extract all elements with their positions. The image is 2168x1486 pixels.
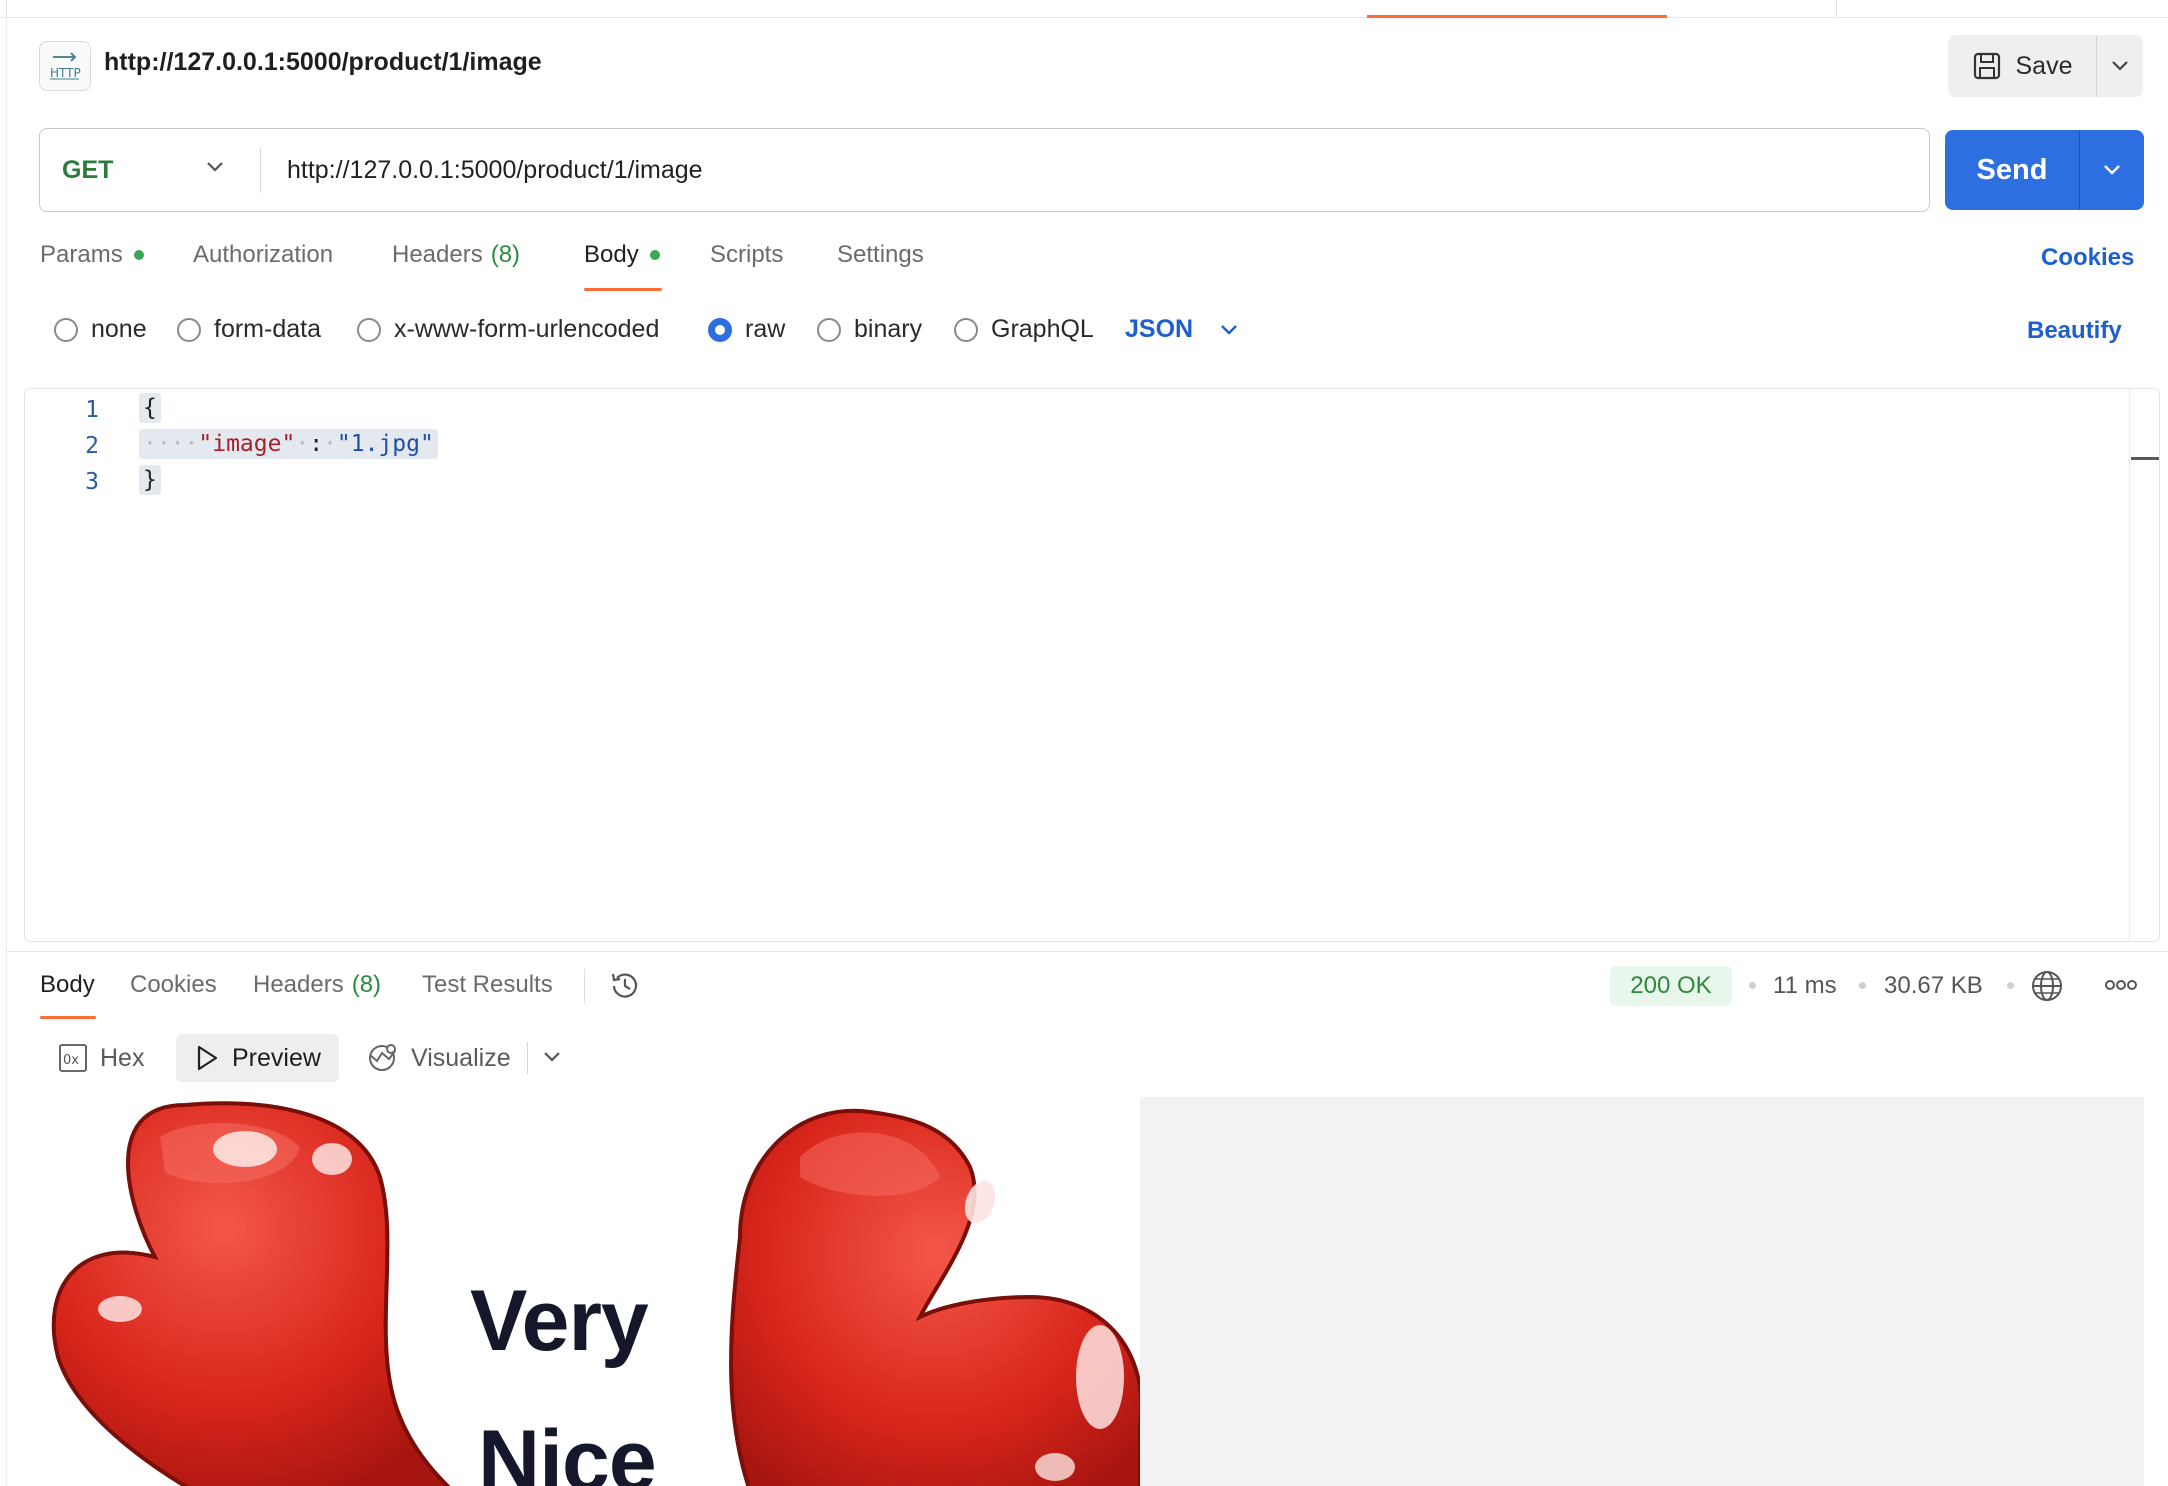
line-number: 2 bbox=[85, 433, 99, 459]
chevron-down-icon bbox=[2112, 61, 2128, 71]
body-type-raw[interactable]: raw bbox=[708, 315, 785, 344]
tab-authorization[interactable]: Authorization bbox=[193, 241, 333, 269]
radio-icon bbox=[817, 317, 841, 342]
status-badge[interactable]: 200 OK bbox=[1610, 966, 1732, 1006]
tab-divider bbox=[6, 0, 7, 18]
history-icon[interactable] bbox=[607, 968, 643, 1009]
save-button[interactable]: Save bbox=[1948, 35, 2096, 97]
chevron-down-icon bbox=[207, 162, 223, 172]
close-brace: } bbox=[139, 465, 161, 495]
save-label: Save bbox=[2015, 51, 2073, 80]
radio-icon bbox=[54, 317, 78, 342]
line-number: 3 bbox=[85, 469, 99, 495]
code-editor[interactable]: 1 { 2 ····"image"·:·"1.jpg" 3 } bbox=[24, 388, 2160, 942]
body-type-urlencoded[interactable]: x-www-form-urlencoded bbox=[357, 315, 659, 344]
hex-icon: 0x bbox=[59, 1044, 87, 1072]
chevron-down-icon bbox=[1221, 324, 1237, 335]
active-tab-underline bbox=[584, 288, 662, 291]
chevron-down-icon bbox=[2104, 165, 2120, 175]
tab-params[interactable]: Params bbox=[40, 241, 144, 269]
globe-icon[interactable] bbox=[2030, 969, 2064, 1008]
json-key: "image" bbox=[198, 431, 296, 457]
body-type-form-data[interactable]: form-data bbox=[177, 315, 321, 344]
send-button-group: Send bbox=[1945, 130, 2144, 210]
response-size[interactable]: 30.67 KB bbox=[1884, 972, 1983, 1000]
image-text-nice: Nice bbox=[478, 1413, 657, 1486]
send-options-button[interactable] bbox=[2080, 130, 2144, 210]
radio-icon bbox=[954, 317, 978, 342]
http-request-icon: HTTP bbox=[39, 41, 91, 91]
json-colon: : bbox=[309, 431, 324, 457]
method-label: GET bbox=[62, 155, 114, 184]
top-tab-strip bbox=[0, 0, 2168, 18]
active-tab-underline bbox=[40, 1016, 96, 1019]
tab-scripts[interactable]: Scripts bbox=[710, 241, 783, 269]
image-text-very: Very bbox=[470, 1273, 649, 1369]
visualize-icon bbox=[369, 1044, 396, 1071]
svg-text:0x: 0x bbox=[63, 1053, 79, 1068]
editor-line: 1 { bbox=[25, 393, 2159, 429]
radio-icon bbox=[177, 317, 201, 342]
response-tab-headers[interactable]: Headers (8) bbox=[253, 971, 381, 999]
body-type-binary[interactable]: binary bbox=[817, 315, 922, 344]
response-tab-test-results[interactable]: Test Results bbox=[422, 971, 553, 999]
radio-selected-icon bbox=[708, 317, 732, 342]
json-value: "1.jpg" bbox=[336, 431, 434, 457]
save-icon bbox=[1973, 52, 2000, 80]
chevron-down-icon bbox=[544, 1052, 560, 1062]
preview-background bbox=[1140, 1097, 2144, 1486]
save-options-button[interactable] bbox=[2097, 35, 2143, 97]
save-button-group: Save bbox=[1948, 35, 2143, 97]
tab-headers[interactable]: Headers (8) bbox=[392, 241, 520, 269]
editor-line: 2 ····"image"·:·"1.jpg" bbox=[25, 429, 2159, 465]
request-title[interactable]: http://127.0.0.1:5000/product/1/image bbox=[104, 48, 542, 77]
minimap-marker bbox=[2131, 457, 2159, 460]
active-tab-indicator bbox=[1367, 15, 1667, 18]
status-dot bbox=[649, 250, 660, 260]
sidebar-border bbox=[6, 18, 7, 1486]
view-hex-button[interactable]: 0x Hex bbox=[40, 1034, 162, 1082]
body-type-none[interactable]: none bbox=[54, 315, 147, 344]
url-input[interactable] bbox=[261, 155, 1929, 185]
method-select[interactable]: GET bbox=[40, 129, 260, 211]
open-brace: { bbox=[139, 393, 161, 423]
response-tab-cookies[interactable]: Cookies bbox=[130, 971, 217, 999]
svg-text:HTTP: HTTP bbox=[50, 66, 81, 80]
tab-body[interactable]: Body bbox=[584, 241, 660, 269]
minimap-border bbox=[2129, 389, 2130, 941]
play-icon bbox=[197, 1045, 218, 1071]
view-visualize-button[interactable]: Visualize bbox=[347, 1034, 529, 1082]
body-type-graphql[interactable]: GraphQL bbox=[954, 315, 1094, 344]
editor-line: 3 } bbox=[25, 465, 2159, 501]
line-number: 1 bbox=[85, 397, 99, 423]
view-preview-button[interactable]: Preview bbox=[176, 1034, 339, 1082]
body-language-select[interactable]: JSON bbox=[1125, 315, 1239, 344]
response-image-preview: Very Nice bbox=[40, 1097, 1140, 1486]
response-time[interactable]: 11 ms bbox=[1773, 972, 1837, 1000]
more-options-icon[interactable] bbox=[2105, 977, 2137, 998]
send-button[interactable]: Send bbox=[1945, 130, 2079, 210]
cookies-link[interactable]: Cookies bbox=[2041, 244, 2134, 272]
url-bar: GET bbox=[39, 128, 1930, 212]
tab-divider bbox=[1836, 0, 1837, 18]
radio-icon bbox=[357, 317, 381, 342]
view-options-button[interactable] bbox=[540, 1048, 564, 1071]
response-tab-body[interactable]: Body bbox=[40, 971, 95, 999]
tab-settings[interactable]: Settings bbox=[837, 241, 924, 269]
beautify-button[interactable]: Beautify bbox=[2027, 317, 2122, 345]
status-dot bbox=[133, 250, 144, 260]
pane-divider[interactable] bbox=[6, 951, 2168, 952]
